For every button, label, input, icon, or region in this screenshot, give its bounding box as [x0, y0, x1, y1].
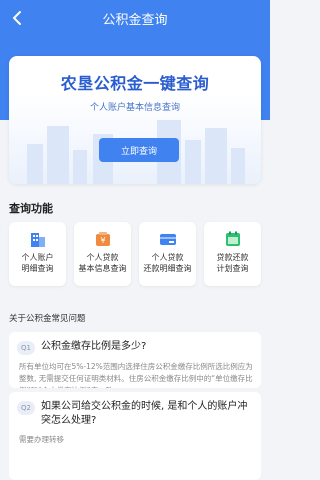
question-badge: Q1	[17, 341, 35, 355]
card-icon	[159, 230, 177, 248]
building-icon	[29, 230, 47, 248]
function-loan-repayment-detail[interactable]: 个人贷款 还款明细查询	[139, 222, 196, 286]
function-label-line1: 贷款还款	[216, 253, 249, 262]
faq-question: 公积金缴存比例是多少?	[41, 341, 147, 352]
function-label-line2: 基本信息查询	[78, 264, 127, 273]
faq-section-title: 关于公积金常见问题	[9, 314, 86, 324]
function-loan-info[interactable]: ¥ 个人贷款 基本信息查询	[74, 222, 131, 286]
hero-card: 农垦公积金一键查询 个人账户基本信息查询 立即查询	[9, 56, 261, 184]
function-label-line2: 计划查询	[216, 264, 249, 273]
functions-section-title: 查询功能	[9, 202, 53, 215]
faq-question: 如果公司给交公积金的时候, 是和个人的账户冲突怎么处理?	[41, 401, 248, 426]
function-repayment-plan[interactable]: 贷款还款 计划查询	[204, 222, 261, 286]
question-badge: Q2	[17, 401, 35, 415]
calendar-icon	[224, 230, 242, 248]
function-label-line1: 个人账户	[21, 253, 54, 262]
function-label-line2: 明细查询	[21, 264, 54, 273]
function-label-line2: 还款明细查询	[143, 264, 192, 273]
function-grid: 个人账户 明细查询 ¥ 个人贷款 基本信息查询 个人贷款 还款明细查询 贷款还款…	[9, 222, 261, 286]
money-bag-icon: ¥	[94, 230, 112, 248]
faq-answer: 所有单位均可在5%-12%范围内选择住房公积金缴存比例所选比例应为整数, 无需提…	[19, 362, 253, 388]
hero-subtitle: 个人账户基本信息查询	[89, 103, 180, 113]
chevron-left-icon[interactable]	[8, 8, 28, 28]
navigation-bar: 公积金查询	[0, 0, 270, 36]
svg-text:¥: ¥	[100, 236, 105, 245]
query-now-button[interactable]: 立即查询	[99, 138, 179, 162]
function-label-line1: 个人贷款	[151, 253, 184, 262]
function-account-detail[interactable]: 个人账户 明细查询	[9, 222, 66, 286]
hero-title: 农垦公积金一键查询	[60, 74, 210, 93]
faq-item[interactable]: Q1 公积金缴存比例是多少? 所有单位均可在5%-12%范围内选择住房公积金缴存…	[9, 332, 261, 388]
page-title: 公积金查询	[102, 12, 168, 28]
faq-item[interactable]: Q2 如果公司给交公积金的时候, 是和个人的账户冲突怎么处理? 需要办理转移	[9, 392, 261, 480]
faq-answer: 需要办理转移	[19, 435, 64, 444]
function-label-line1: 个人贷款	[86, 253, 119, 262]
